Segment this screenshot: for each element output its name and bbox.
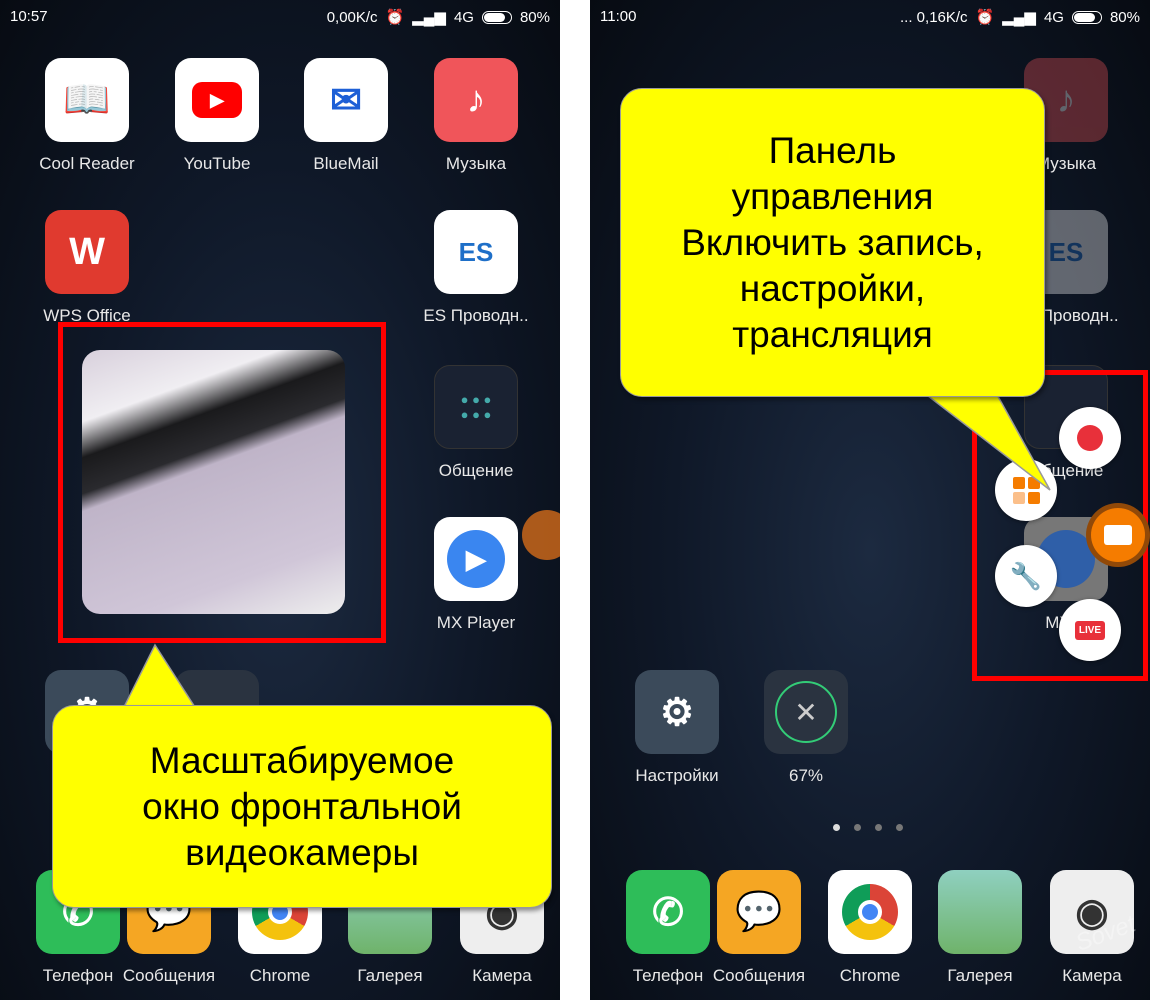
live-stream-button[interactable]: LIVE (1059, 599, 1121, 661)
music-note-icon: ♪ (434, 58, 518, 142)
gear-icon: ⚙ (635, 670, 719, 754)
status-bar: 11:00 ... 0,16K/c ⏰ ▂▄▆ 4G 80% (590, 0, 1150, 34)
dock-messages[interactable]: 💬 Сообщения (699, 870, 819, 986)
phone-screen-left: 10:57 0,00K/c ⏰ ▂▄▆ 4G 80% 📖 Cool Reader ▶ You… (0, 0, 560, 1000)
app-bluemail[interactable]: ✉ BlueMail (286, 58, 406, 174)
battery-percent: 80% (519, 8, 550, 26)
net-speed: ... 0,16K/c (900, 8, 968, 26)
callout-camera-window: Масштабируемое окно фронтальной видеокамер… (52, 705, 552, 908)
front-camera-window[interactable] (82, 350, 345, 614)
play-icon: ▶ (434, 517, 518, 601)
camera-wrench-icon: 🔧 (1009, 560, 1043, 591)
net-speed: 0,00K/c (326, 8, 378, 26)
record-button[interactable] (1059, 407, 1121, 469)
wps-icon: W (45, 210, 129, 294)
app-cool-reader[interactable]: 📖 Cool Reader (27, 58, 147, 174)
dock-gallery[interactable]: Галерея (920, 870, 1040, 986)
network-type: 4G (1043, 8, 1064, 26)
folder-communication[interactable]: ● ● ● ● ● ● Общение (416, 365, 536, 481)
app-youtube[interactable]: ▶ YouTube (157, 58, 277, 174)
mail-icon: ✉ (304, 58, 388, 142)
callout-pointer (907, 381, 1051, 491)
book-icon: 📖 (45, 58, 129, 142)
status-bar: 10:57 0,00K/c ⏰ ▂▄▆ 4G 80% (0, 0, 560, 34)
app-music[interactable]: ♪ Музыка (416, 58, 536, 174)
phone-icon: ✆ (626, 870, 710, 954)
app-settings[interactable]: ⚙ Настройки (617, 670, 737, 786)
live-icon: LIVE (1074, 620, 1106, 640)
video-camera-icon (1104, 525, 1132, 545)
signal-icon: ▂▄▆ (412, 9, 446, 26)
page-indicator (833, 824, 903, 831)
phone-screen-right: 11:00 ... 0,16K/c ⏰ ▂▄▆ 4G 80% ♪ Музыка ES ES … (590, 0, 1150, 1000)
close-icon: ✕ (764, 670, 848, 754)
callout-control-panel: Панель управления Включить запись, настройк… (620, 88, 1045, 397)
youtube-icon: ▶ (175, 58, 259, 142)
alarm-icon: ⏰ (975, 9, 995, 26)
recorder-main-button[interactable] (1086, 503, 1150, 567)
signal-icon: ▂▄▆ (1002, 9, 1036, 26)
app-es-explorer[interactable]: ES ES Проводн.. (416, 210, 536, 326)
battery-icon (1071, 10, 1102, 24)
dock-chrome[interactable]: Chrome (810, 870, 930, 986)
app-cleaner[interactable]: ✕ 67% (746, 670, 866, 786)
network-type: 4G (453, 8, 474, 26)
battery-icon (481, 10, 512, 24)
gallery-icon (938, 870, 1022, 954)
app-mx-player[interactable]: ▶ MX Player (416, 517, 536, 633)
record-icon (1077, 425, 1103, 451)
chrome-icon (828, 870, 912, 954)
settings-button[interactable]: 🔧 (995, 545, 1057, 607)
alarm-icon: ⏰ (385, 9, 405, 26)
app-wps-office[interactable]: W WPS Office (27, 210, 147, 326)
message-icon: 💬 (717, 870, 801, 954)
battery-percent: 80% (1109, 8, 1140, 26)
es-explorer-icon: ES (434, 210, 518, 294)
folder-icon: ● ● ● ● ● ● (434, 365, 518, 449)
clock: 11:00 (600, 8, 637, 25)
clock: 10:57 (10, 8, 48, 25)
